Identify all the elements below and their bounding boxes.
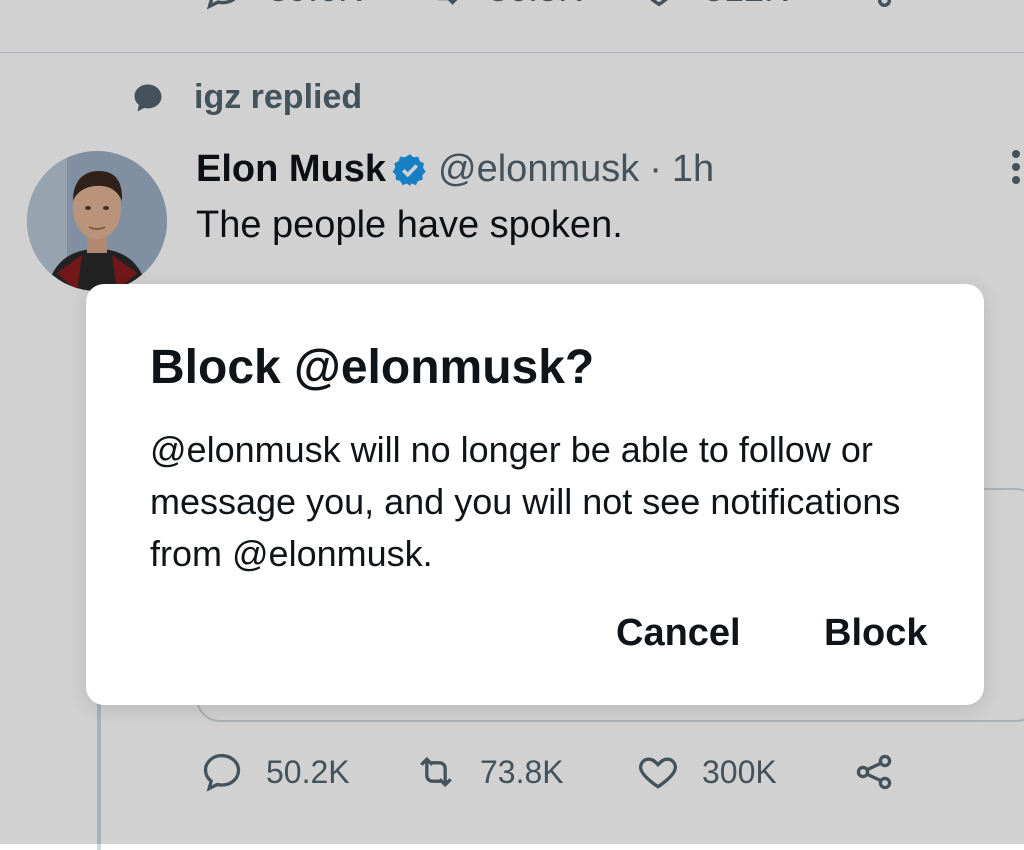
cancel-button[interactable]: Cancel [616,612,741,655]
dialog-title: Block @elonmusk? [150,341,595,394]
block-dialog: Block @elonmusk? @elonmusk will no longe… [86,284,984,705]
dialog-body: @elonmusk will no longer be able to foll… [150,429,901,574]
block-button[interactable]: Block [824,612,927,655]
